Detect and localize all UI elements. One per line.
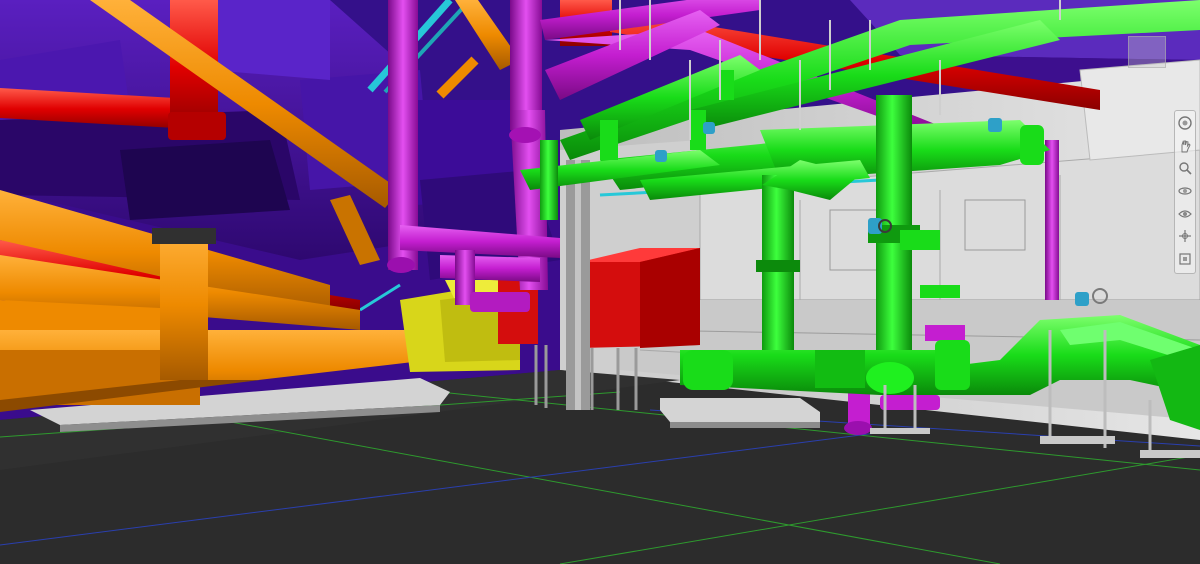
full-navigation-wheel-icon[interactable] [1176,115,1194,132]
navigation-bar [1174,110,1196,274]
viewcube-icon[interactable] [1128,36,1166,68]
pan-icon[interactable] [1176,138,1194,155]
orbit-icon[interactable] [1176,183,1194,200]
center-icon[interactable] [1176,228,1194,245]
mechanical-room-scene [0,0,1200,564]
look-icon[interactable] [1176,205,1194,222]
zoom-extents-icon[interactable] [1176,250,1194,267]
3d-model-viewport[interactable] [0,0,1200,564]
zoom-icon[interactable] [1176,160,1194,177]
